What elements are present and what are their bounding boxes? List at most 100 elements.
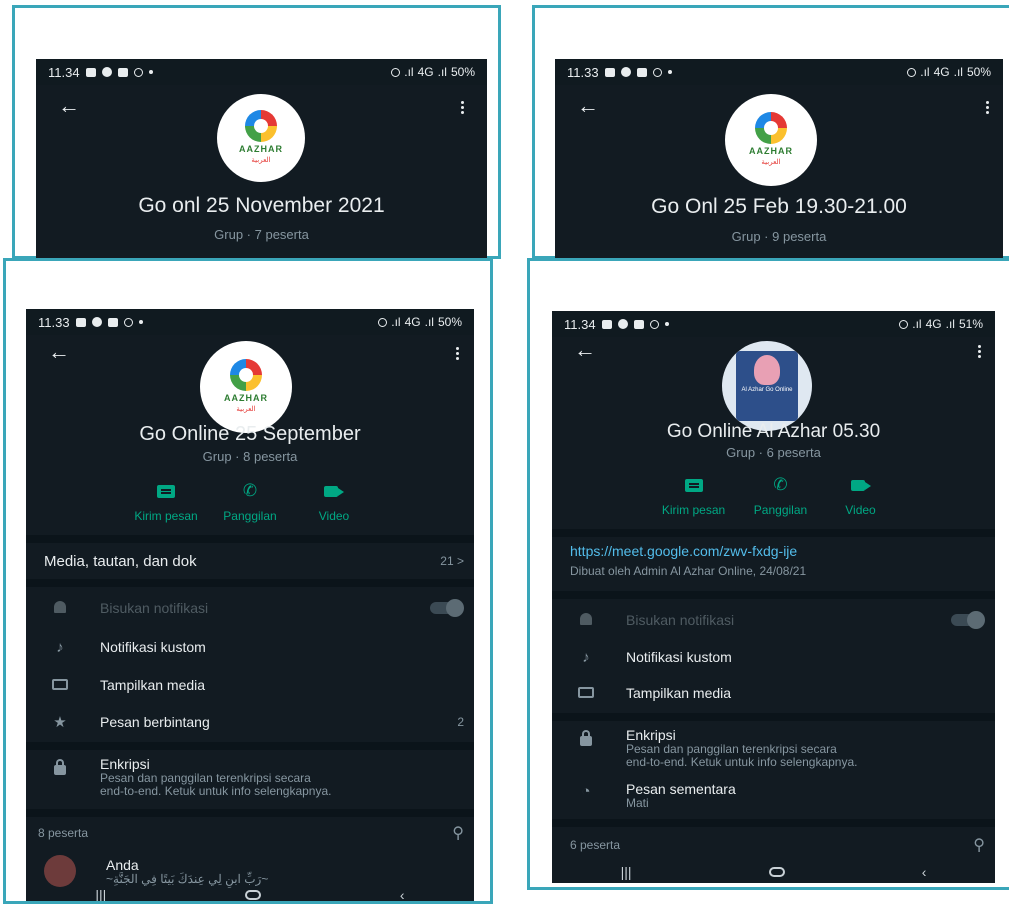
recents-icon[interactable]: ||| [621,864,632,880]
search-icon[interactable]: ⚲ [452,823,464,843]
status-bar: 11.34 .ıl 4G .ıl 50% [36,59,487,85]
disappearing-value: Mati [626,796,649,810]
video-button[interactable]: Video [821,475,901,517]
alarm-icon [899,319,909,329]
status-bar: 11.34 .ıl 4G .ıl 51% [552,311,995,337]
settings-row-media-visibility[interactable]: Tampilkan media [552,675,995,711]
dot-icon [148,70,153,74]
phone-screen-4: 11.34 .ıl 4G .ıl 51% ← Al Azhar Go Onlin… [552,311,995,883]
screenshot-frame-3: 11.33 .ıl 4G .ıl 50% ← AAZHAR العربية Go… [3,258,493,904]
message-button[interactable]: Kirim pesan [647,475,741,517]
system-nav-bar: ||| ‹ [552,861,995,883]
more-options-icon[interactable] [461,101,465,114]
account-icon [101,67,112,77]
video-button-label: Video [318,509,350,523]
video-button[interactable]: Video [292,481,376,523]
call-button-label: Panggilan [223,509,277,523]
phone-screen-1: 11.34 .ıl 4G .ıl 50% ← AAZHAR العربية Go… [36,59,487,262]
encryption-desc-line2: end-to-end. Ketuk untuk info selengkapny… [626,755,858,769]
home-icon[interactable] [768,867,785,877]
settings-row-mute[interactable]: Bisukan notifikasi [552,602,995,638]
logo-icon [230,359,262,391]
settings-row-label: Notifikasi kustom [100,639,206,655]
account-icon [620,67,631,77]
lock-icon [50,756,70,779]
call-button[interactable]: ✆ Panggilan [208,481,292,523]
mute-toggle[interactable] [951,611,985,629]
description-row[interactable]: https://meet.google.com/zwv-fxdg-ije Dib… [552,543,995,587]
screenshot-frame-1: 11.34 .ıl 4G .ıl 50% ← AAZHAR العربية Go… [12,5,501,262]
settings-row-starred[interactable]: ★ Pesan berbintang 2 [26,704,474,740]
group-avatar[interactable]: AAZHAR العربية [725,94,817,186]
mail-icon [117,67,128,77]
divider [552,713,995,721]
signal-icon: .ıl [437,65,447,79]
lock-icon [123,317,133,327]
disappearing-messages-row[interactable]: ◔ Pesan sementara Mati [552,781,995,813]
more-options-icon[interactable] [456,347,460,360]
more-options-icon[interactable] [986,101,990,114]
media-links-docs-row[interactable]: Media, tautan, dan dok 21 > [26,543,474,579]
alarm-icon [378,317,388,327]
avatar-caption: Al Azhar Go Online [741,387,793,393]
settings-row-label: Tampilkan media [626,685,732,701]
call-button-label: Panggilan [753,503,808,517]
more-options-icon[interactable] [978,345,982,358]
account-icon [617,319,628,329]
created-by: Dibuat oleh Admin Al Azhar Online, 24/08… [570,564,807,578]
call-button[interactable]: ✆ Panggilan [741,475,821,517]
settings-row-mute[interactable]: Bisukan notifikasi [26,590,474,626]
search-icon[interactable]: ⚲ [973,835,985,855]
participants-count: 8 peserta [38,825,89,840]
settings-row-label: Bisukan notifikasi [100,600,209,616]
encryption-row[interactable]: Enkripsi Pesan dan panggilan terenkripsi… [552,727,995,773]
group-title: Go Onl 25 Feb 19.30-21.00 [651,195,907,218]
image-icon [50,677,70,694]
image-icon [576,685,596,702]
message-icon [601,319,612,329]
back-arrow-icon[interactable]: ← [574,337,596,363]
group-title: Go Online Al Azhar 05.30 [666,421,881,442]
back-arrow-icon[interactable]: ← [58,93,80,119]
group-subtitle: Grup · 6 peserta [726,445,821,460]
home-icon[interactable] [245,890,262,900]
message-icon [75,317,86,327]
settings-row-media-visibility[interactable]: Tampilkan media [26,667,474,703]
battery-percent: 50% [966,65,991,79]
phone-icon: ✆ [242,481,258,500]
signal-icon: .ıl [945,317,955,331]
dot-icon [667,70,672,74]
meet-link[interactable]: https://meet.google.com/zwv-fxdg-ije [570,543,806,559]
group-avatar[interactable]: Al Azhar Go Online [722,341,812,431]
back-nav-icon[interactable]: ‹ [400,887,405,901]
back-nav-icon[interactable]: ‹ [922,864,927,880]
signal-icon: .ıl [404,65,414,79]
alarm-icon [391,67,401,77]
back-arrow-icon[interactable]: ← [577,93,599,119]
phone-screen-3: 11.33 .ıl 4G .ıl 50% ← AAZHAR العربية Go… [26,309,474,901]
settings-row-label: Tampilkan media [100,677,206,693]
logo-text: AAZHAR [224,393,268,403]
dot-icon [138,320,143,324]
encryption-title: Enkripsi [100,756,150,772]
video-button-label: Video [845,503,876,517]
signal-icon: .ıl [953,65,963,79]
message-icon [85,67,96,77]
group-avatar[interactable]: AAZHAR العربية [217,94,305,182]
encryption-row[interactable]: Enkripsi Pesan dan panggilan terenkripsi… [26,756,474,806]
settings-row-label: Pesan berbintang [100,714,210,730]
recents-icon[interactable]: ||| [95,887,106,901]
settings-row-custom-notif[interactable]: ♪ Notifikasi kustom [552,639,995,675]
settings-row-custom-notif[interactable]: ♪ Notifikasi kustom [26,629,474,665]
mute-toggle[interactable] [430,599,464,617]
lock-icon [649,319,659,329]
video-icon [850,479,871,491]
participant-avatar [44,855,76,887]
back-arrow-icon[interactable]: ← [48,339,70,365]
group-avatar[interactable]: AAZHAR العربية [200,341,292,433]
battery-percent: 50% [450,65,475,79]
signal-icon: .ıl [424,315,434,329]
message-button[interactable]: Kirim pesan [124,481,208,523]
participant-row[interactable]: Anda ~رَبِّ ابنِ لِي عِندَكَ بَيتًا فِي … [26,853,474,889]
phone-screen-2: 11.33 .ıl 4G .ıl 50% ← AAZHAR العربية Go… [555,59,1003,262]
